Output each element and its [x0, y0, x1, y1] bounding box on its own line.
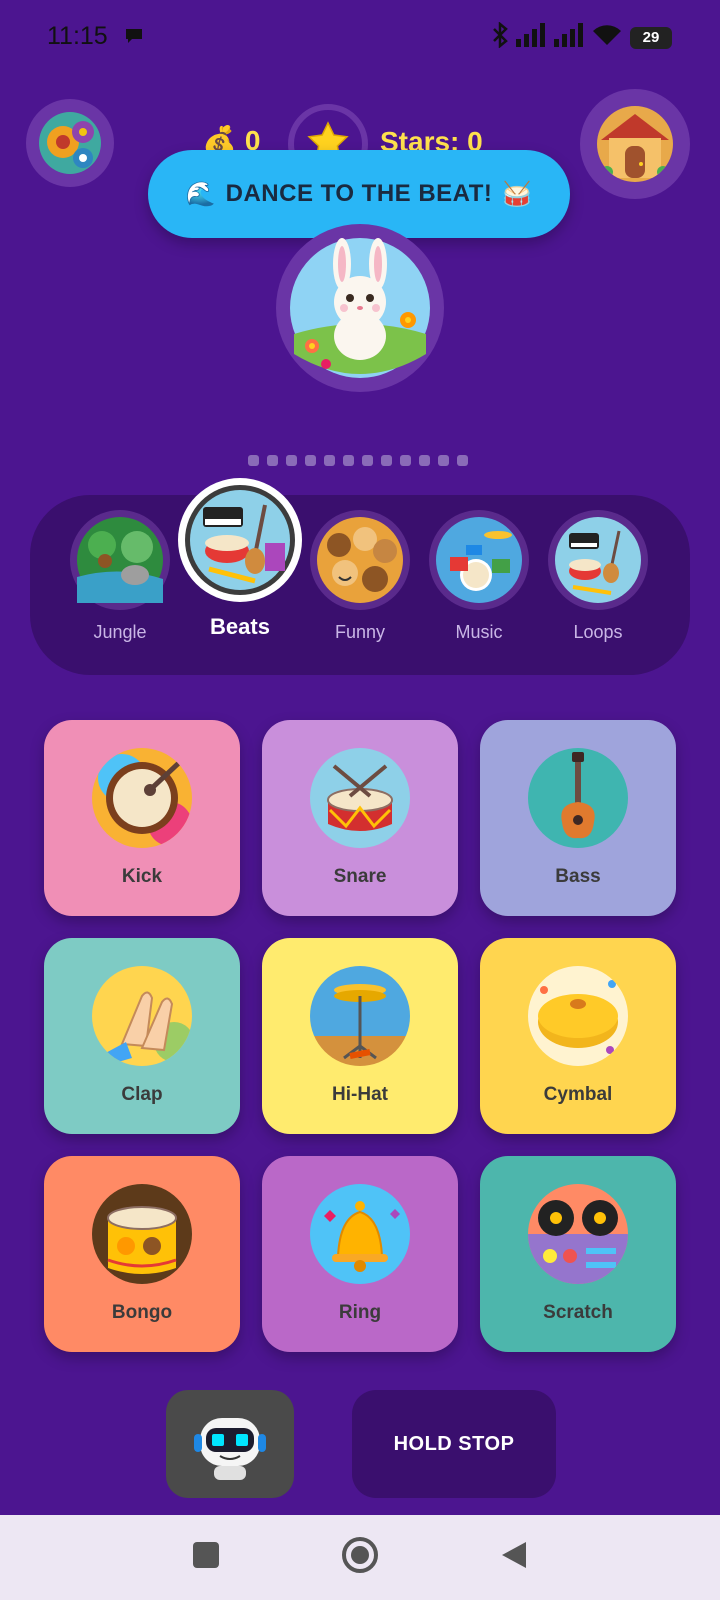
bell-icon	[310, 1184, 410, 1284]
page-dot[interactable]	[248, 455, 259, 466]
page-dot[interactable]	[381, 455, 392, 466]
category-label: Funny	[334, 622, 386, 642]
page-dot[interactable]	[324, 455, 335, 466]
settings-avatar-button[interactable]	[26, 99, 114, 187]
sound-pad-bongo[interactable]: Bongo	[44, 1156, 240, 1352]
category-label: Loops	[573, 622, 623, 642]
battery-indicator: 29	[630, 26, 672, 49]
home-door-button[interactable]	[580, 89, 690, 199]
instruments-icon	[548, 510, 648, 610]
page-dot[interactable]	[419, 455, 430, 466]
page-dot[interactable]	[305, 455, 316, 466]
page-dot[interactable]	[362, 455, 373, 466]
page-dot[interactable]	[267, 455, 278, 466]
sound-name: Kick	[121, 866, 163, 887]
funny-icon	[310, 510, 410, 610]
category-label: Beats	[210, 614, 270, 639]
snare-drum-icon	[310, 748, 410, 848]
category-beats[interactable]: Beats	[178, 478, 302, 640]
bongo-drum-icon	[92, 1184, 192, 1284]
cymbal-icon	[528, 966, 628, 1066]
wave-emoji-icon: 🌊	[185, 180, 216, 208]
category-jungle[interactable]: Jungle	[70, 510, 170, 643]
page-dot[interactable]	[457, 455, 468, 466]
sound-pad-kick[interactable]: Kick	[44, 720, 240, 916]
recents-button[interactable]	[166, 1515, 246, 1600]
back-button[interactable]	[474, 1515, 554, 1600]
page-dot[interactable]	[286, 455, 297, 466]
gears-icon	[39, 112, 101, 174]
page-dot[interactable]	[438, 455, 449, 466]
system-nav-bar	[0, 1515, 720, 1600]
hi-hat-icon	[310, 966, 410, 1066]
signal-icon-2	[554, 23, 584, 52]
beats-icon	[178, 478, 302, 602]
sound-name: Snare	[333, 866, 387, 887]
sound-pad-snare[interactable]: Snare	[262, 720, 458, 916]
sound-name: Bongo	[111, 1302, 173, 1323]
page-indicator	[248, 455, 468, 466]
chat-notification-icon	[124, 27, 144, 50]
bunny-mascot[interactable]	[268, 224, 452, 392]
sound-name: Scratch	[543, 1302, 613, 1323]
sound-name: Cymbal	[543, 1084, 613, 1105]
status-time: 11:15	[47, 22, 108, 50]
sound-pad-ring[interactable]: Ring	[262, 1156, 458, 1352]
category-label: Music	[455, 622, 503, 642]
robot-icon	[190, 1404, 270, 1489]
circle-icon	[341, 1536, 379, 1579]
square-icon	[192, 1541, 220, 1574]
status-bar: 11:15 29	[0, 0, 720, 72]
banner-text: DANCE TO THE BEAT!	[225, 180, 493, 207]
status-icons: 29	[492, 21, 672, 53]
home-button[interactable]	[320, 1515, 400, 1600]
sound-name: Bass	[555, 866, 601, 887]
sound-name: Clap	[121, 1084, 163, 1105]
turntable-icon	[528, 1184, 628, 1284]
category-music[interactable]: Music	[429, 510, 529, 643]
wifi-icon	[592, 23, 622, 52]
sound-pad-cymbal[interactable]: Cymbal	[480, 938, 676, 1134]
signal-icon	[516, 23, 546, 52]
bluetooth-icon	[492, 21, 508, 53]
page-dot[interactable]	[400, 455, 411, 466]
sound-pad-scratch[interactable]: Scratch	[480, 1156, 676, 1352]
bass-guitar-icon	[528, 748, 628, 848]
drum-emoji-icon: 🥁	[502, 180, 533, 208]
sound-pad-clap[interactable]: Clap	[44, 938, 240, 1134]
hold-stop-button[interactable]: HOLD STOP	[352, 1390, 556, 1498]
category-loops[interactable]: Loops	[548, 510, 648, 643]
jungle-icon	[70, 510, 170, 610]
page-dot[interactable]	[343, 455, 354, 466]
robot-assistant-button[interactable]	[166, 1390, 294, 1498]
clapping-hands-icon	[92, 966, 192, 1066]
category-funny[interactable]: Funny	[310, 510, 410, 643]
sound-name: Hi-Hat	[332, 1084, 388, 1105]
house-door-icon	[597, 106, 673, 182]
drum-kit-icon	[429, 510, 529, 610]
sound-pad-bass[interactable]: Bass	[480, 720, 676, 916]
sound-pad-hihat[interactable]: Hi-Hat	[262, 938, 458, 1134]
sound-name: Ring	[338, 1302, 382, 1323]
category-label: Jungle	[93, 622, 147, 642]
triangle-back-icon	[500, 1540, 528, 1575]
kick-drum-icon	[92, 748, 192, 848]
